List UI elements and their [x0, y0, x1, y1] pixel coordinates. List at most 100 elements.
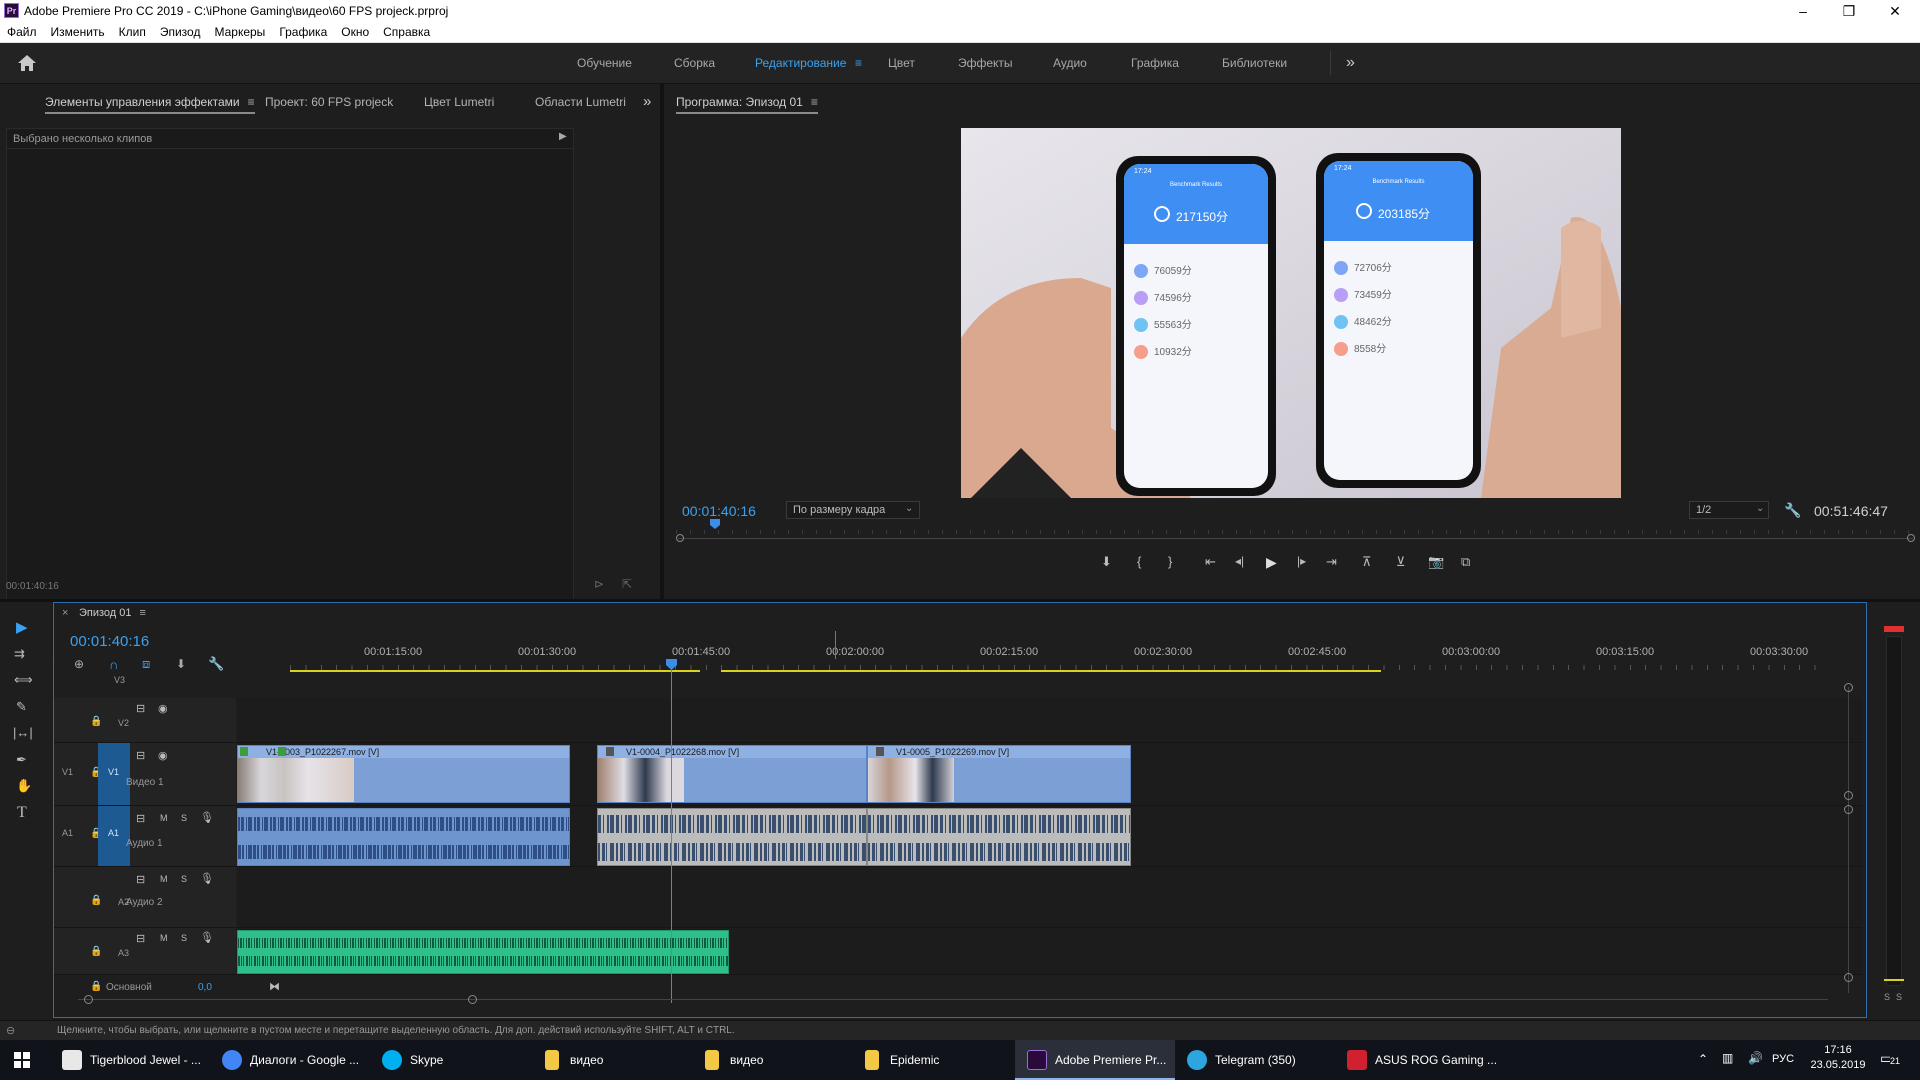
sync-lock-icon[interactable]: ⊟ [136, 812, 145, 825]
microphone-icon[interactable]: 🎙 [200, 811, 214, 824]
home-icon[interactable] [16, 53, 38, 73]
notifications-icon[interactable]: ▭ 21 [1880, 1050, 1906, 1070]
microphone-icon[interactable]: 🎙 [200, 872, 214, 885]
lock-icon[interactable]: 🔒 [90, 946, 102, 957]
pen-tool-icon[interactable]: ✒ [16, 752, 27, 768]
master-bookend-icon[interactable]: ⧓ [269, 980, 280, 993]
program-menu-icon[interactable]: ≡ [811, 84, 818, 120]
export-icon[interactable]: ⇱ [622, 577, 632, 591]
taskbar-item-folder-video-2[interactable]: видео [702, 1040, 852, 1080]
zoom-handle-left[interactable] [84, 995, 93, 1004]
type-tool-icon[interactable]: T [17, 804, 27, 822]
workspace-tab-color[interactable]: Цвет [888, 43, 915, 83]
panel-menu-icon[interactable]: ≡ [248, 84, 255, 120]
program-monitor-tab[interactable]: Программа: Эпизод 01 ≡ [676, 84, 818, 120]
panel-overflow-button[interactable]: » [643, 84, 651, 120]
solo-button[interactable]: S [181, 813, 187, 823]
sequence-tab[interactable]: Эпизод 01 ≡ [79, 607, 146, 619]
windows-start-icon[interactable] [14, 1052, 30, 1068]
close-button[interactable]: ✕ [1872, 0, 1918, 22]
ripple-edit-tool-icon[interactable]: ⟺ [14, 672, 33, 688]
close-sequence-icon[interactable]: × [62, 607, 68, 619]
mute-button[interactable]: M [160, 933, 168, 943]
eye-icon[interactable]: ◉ [158, 749, 168, 762]
solo-right-button[interactable]: S [1896, 992, 1902, 1002]
workspace-tab-assembly[interactable]: Сборка [674, 43, 715, 83]
taskbar-item-skype[interactable]: Skype [382, 1040, 532, 1080]
audio-clip-music[interactable] [237, 930, 729, 974]
lock-icon[interactable]: 🔒 [90, 716, 102, 727]
taskbar-item-folder-video-1[interactable]: видео [542, 1040, 692, 1080]
taskbar-item-folder-epidemic[interactable]: Epidemic [862, 1040, 1012, 1080]
menu-clip[interactable]: Клип [112, 22, 153, 42]
workspace-tab-learning[interactable]: Обучение [577, 43, 632, 83]
add-marker-icon[interactable]: ⬇ [176, 657, 186, 671]
menu-graphics[interactable]: Графика [272, 22, 334, 42]
step-forward-icon[interactable]: |▸ [1297, 554, 1306, 568]
sync-lock-icon[interactable]: ⊟ [136, 932, 145, 945]
workspace-tab-graphics[interactable]: Графика [1131, 43, 1179, 83]
menu-markers[interactable]: Маркеры [207, 22, 272, 42]
filter-icon[interactable]: ⊳ [594, 577, 604, 591]
lock-icon[interactable]: 🔒 [90, 981, 102, 992]
solo-left-button[interactable]: S [1884, 992, 1890, 1002]
track-a1-lane[interactable] [237, 806, 1862, 867]
scroll-handle[interactable] [1844, 683, 1853, 692]
clock[interactable]: 17:16 23.05.2019 [1808, 1044, 1868, 1071]
mark-in-icon[interactable]: { [1137, 554, 1141, 569]
sync-lock-icon[interactable]: ⊟ [136, 702, 145, 715]
zoom-handle-right[interactable] [468, 995, 477, 1004]
sync-lock-icon[interactable]: ⊟ [136, 749, 145, 762]
fit-dropdown[interactable]: По размеру кадра ⌄ [786, 501, 920, 519]
zoom-handle-left[interactable] [676, 534, 684, 542]
mute-button[interactable]: M [160, 813, 168, 823]
snap-icon[interactable]: ∩ [109, 657, 118, 672]
volume-icon[interactable]: 🔊 [1748, 1051, 1763, 1065]
camera-icon[interactable]: 📷 [1428, 554, 1444, 570]
program-playhead[interactable] [710, 518, 721, 529]
timeline-vertical-scroll[interactable] [1848, 687, 1849, 993]
track-target-v1[interactable]: V1 [98, 743, 130, 805]
taskbar-item-telegram[interactable]: Telegram (350) [1187, 1040, 1337, 1080]
menu-file[interactable]: Файл [0, 22, 44, 42]
timeline-playhead-handle[interactable] [666, 659, 677, 670]
menu-help[interactable]: Справка [376, 22, 437, 42]
play-icon[interactable]: ▶ [1266, 554, 1277, 571]
scroll-handle[interactable] [1844, 805, 1853, 814]
go-to-out-icon[interactable]: ⇥ [1326, 554, 1337, 570]
resolution-dropdown[interactable]: 1/2 ⌄ [1689, 501, 1769, 519]
scroll-handle[interactable] [1844, 791, 1853, 800]
workspace-tab-effects[interactable]: Эффекты [958, 43, 1013, 83]
zoom-bar[interactable] [678, 538, 1913, 539]
menu-sequence[interactable]: Эпизод [153, 22, 208, 42]
razor-tool-icon[interactable]: ✎ [16, 699, 27, 715]
timeline-settings-icon[interactable]: 🔧 [208, 656, 224, 672]
master-volume-value[interactable]: 0,0 [198, 982, 212, 993]
menu-edit[interactable]: Изменить [44, 22, 112, 42]
expand-arrow-icon[interactable]: ▶ [559, 131, 567, 142]
program-timecode[interactable]: 00:01:40:16 [682, 503, 756, 519]
track-a3-lane[interactable] [237, 928, 1862, 975]
tray-overflow-icon[interactable]: ⌃ [1698, 1052, 1708, 1066]
tab-lumetri-scopes[interactable]: Области Lumetri [535, 84, 626, 120]
sequence-menu-icon[interactable]: ≡ [140, 607, 146, 619]
video-clip-2[interactable]: V1-0004_P1022268.mov [V] [597, 745, 867, 803]
sync-lock-icon[interactable]: ⊟ [136, 873, 145, 886]
hand-tool-icon[interactable]: ✋ [16, 778, 32, 794]
workspace-tab-audio[interactable]: Аудио [1053, 43, 1087, 83]
microphone-icon[interactable]: 🎙 [200, 931, 214, 944]
wrench-icon[interactable]: 🔧 [1784, 502, 1801, 519]
workspace-tab-libraries[interactable]: Библиотеки [1222, 43, 1287, 83]
solo-button[interactable]: S [181, 933, 187, 943]
maximize-button[interactable]: ❐ [1826, 0, 1872, 22]
track-a2-lane[interactable] [237, 867, 1862, 928]
audio-clip-1[interactable] [237, 808, 570, 866]
lock-icon[interactable]: 🔒 [90, 895, 102, 906]
audio-clip-3[interactable] [867, 808, 1131, 866]
lift-icon[interactable]: ⊼ [1362, 554, 1372, 570]
timeline-playhead[interactable] [671, 659, 672, 1003]
track-select-tool-icon[interactable]: ⇉ [14, 646, 25, 662]
extract-icon[interactable]: ⊻ [1396, 554, 1406, 570]
mark-out-icon[interactable]: } [1168, 554, 1172, 569]
workspace-overflow-button[interactable]: » [1346, 43, 1355, 83]
